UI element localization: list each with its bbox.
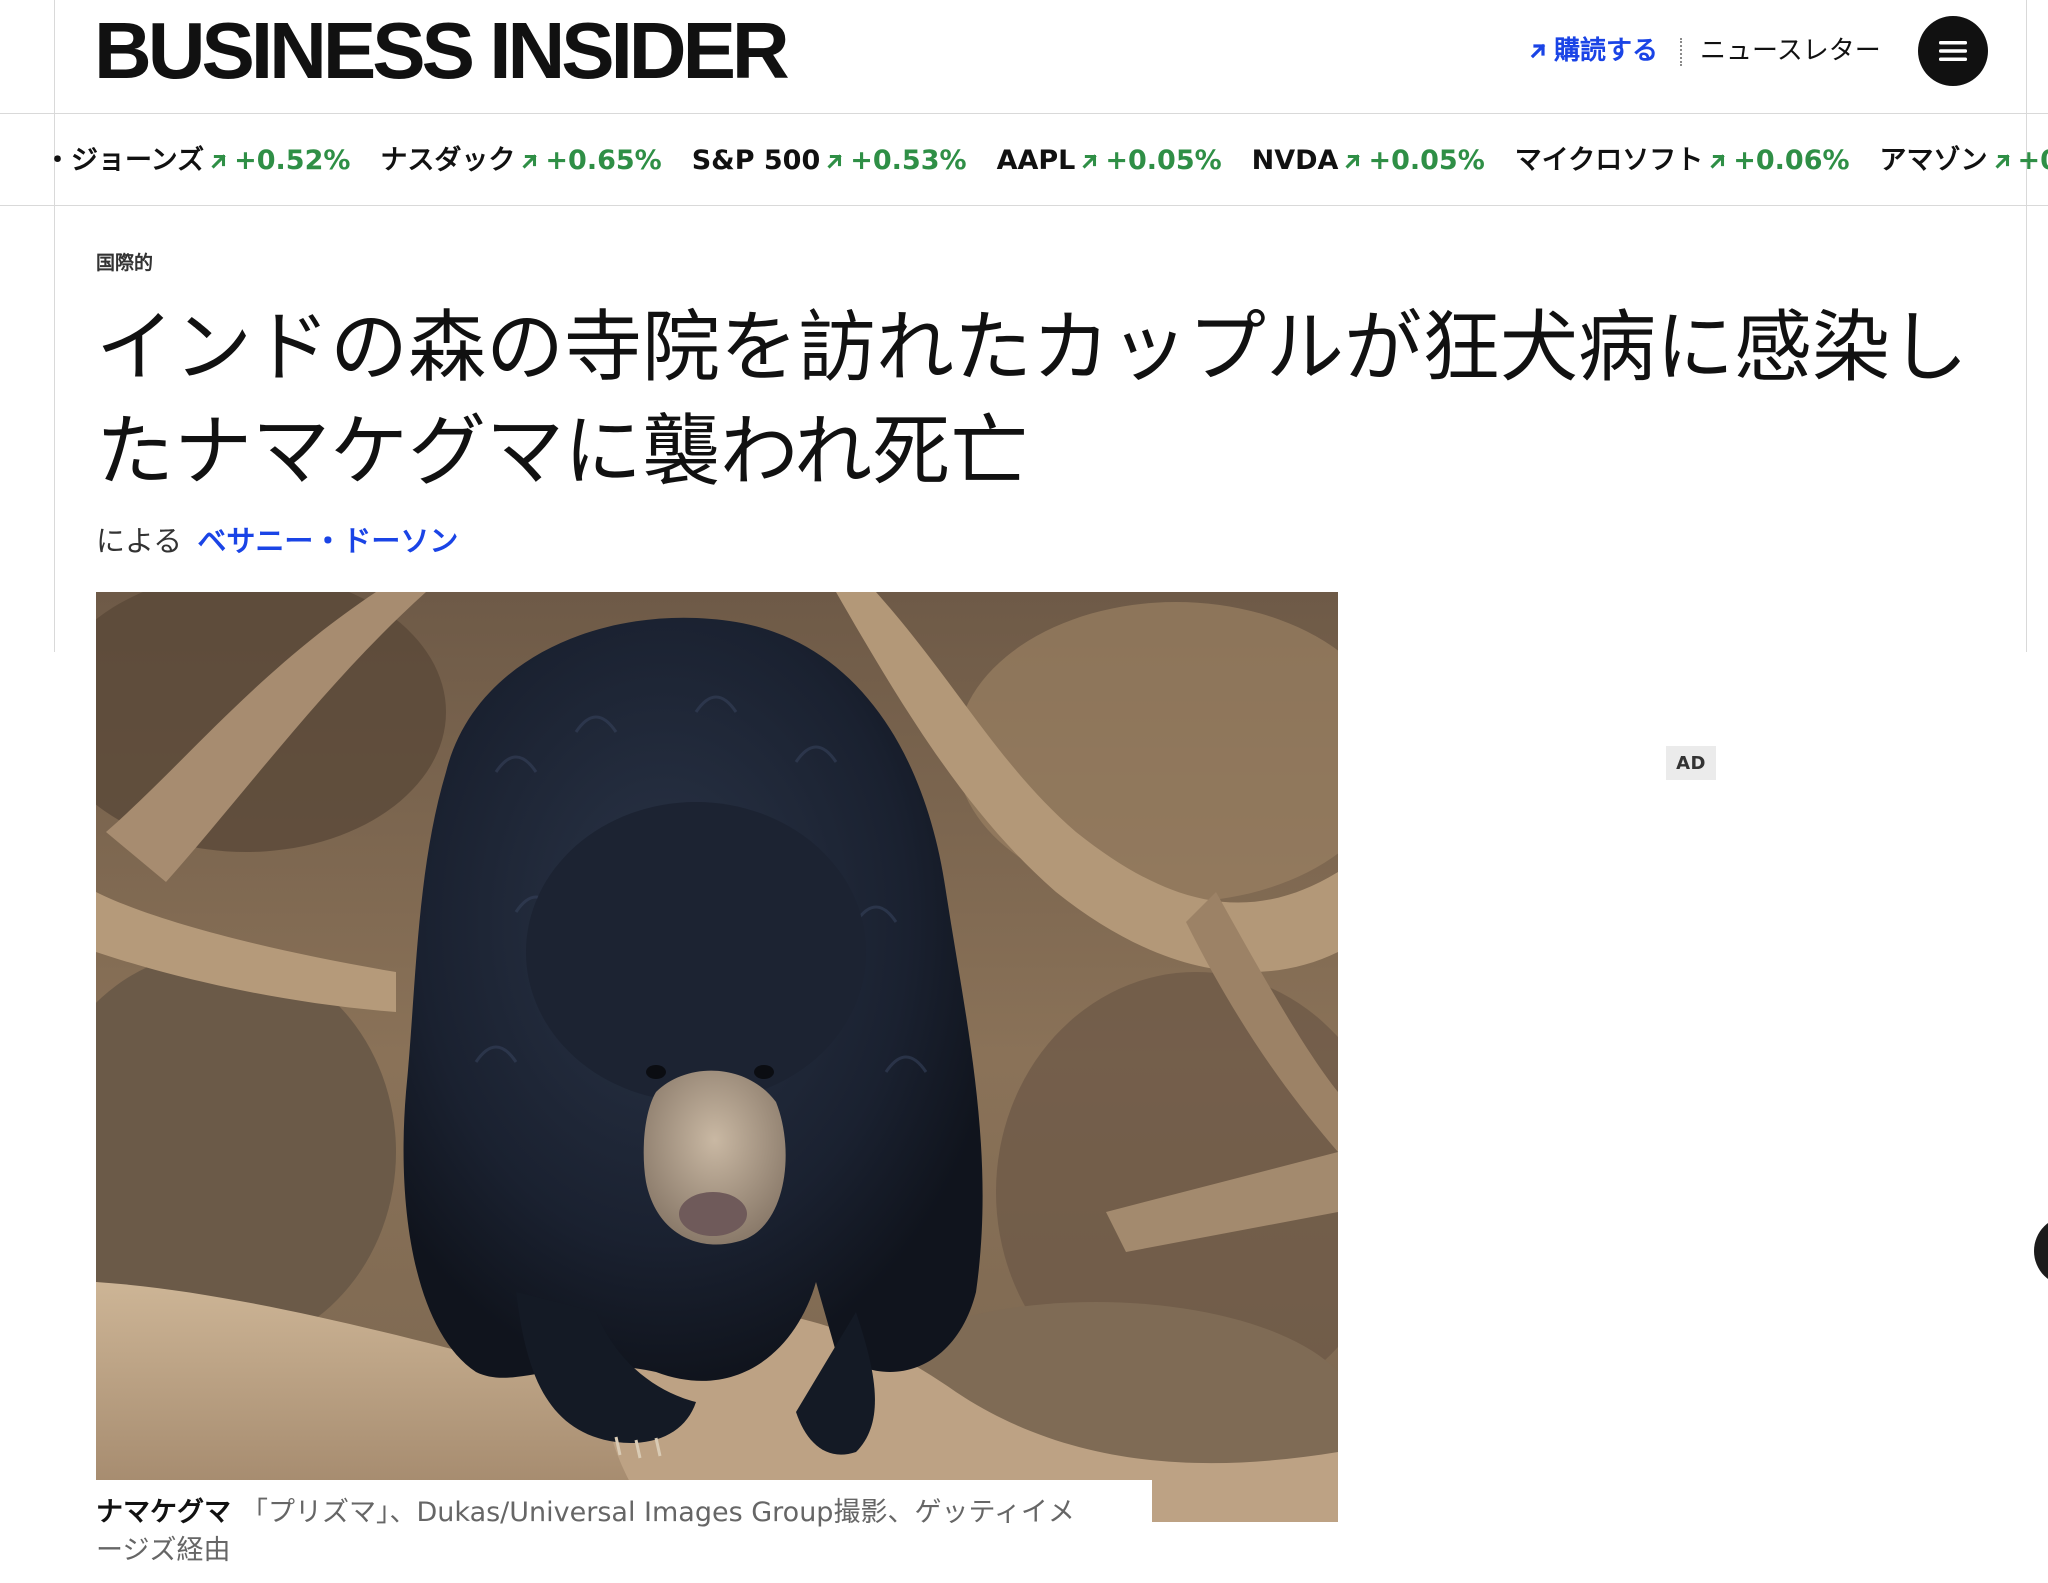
article-category[interactable]: 国際的 [96, 250, 153, 276]
hero-image [96, 592, 1338, 1522]
arrow-up-right-icon [211, 154, 226, 169]
arrow-up-right-icon [1345, 154, 1361, 169]
floating-action-button[interactable] [2034, 1216, 2048, 1286]
ticker-name: ・ジョーンズ [44, 145, 205, 176]
ticker-name: ナスダック [380, 145, 516, 176]
arrow-up-right-icon [522, 154, 538, 169]
ticker-change: +0.52% [234, 145, 351, 176]
subscribe-label: 購読する [1554, 36, 1659, 66]
arrow-up-right-icon [1530, 43, 1546, 59]
author-link[interactable]: ベサニー・ドーソン [197, 524, 458, 558]
ticker-name: AAPL [996, 145, 1076, 176]
byline-prefix: による [96, 524, 183, 558]
market-ticker: ・ジョーンズ +0.52% ナスダック +0.65% S&P 500 +0.53% AAPL… [0, 114, 2048, 206]
ticker-item[interactable]: アマゾン +0.17% [1880, 144, 2048, 178]
header-dotted-divider [1680, 38, 1682, 66]
arrow-up-right-icon [1994, 154, 2010, 169]
ticker-change: +0.06% [1733, 145, 1850, 176]
ticker-item[interactable]: マイクロソフト +0.06% [1515, 144, 1850, 178]
site-header: BUSINESS INSIDER 購読する ニュースレター [0, 0, 2048, 114]
ticker-change: +0.53% [850, 145, 967, 176]
newsletter-link[interactable]: ニュースレター [1700, 34, 1881, 68]
caption-credit: 「プリズマ」、Dukas/Universal Images Group撮影、ゲッ… [96, 1497, 1075, 1566]
sloth-bear-photo [96, 592, 1338, 1522]
hamburger-menu-icon [1939, 41, 1967, 61]
arrow-up-right-icon [1710, 154, 1725, 169]
ticker-item[interactable]: AAPL +0.05% [997, 144, 1222, 178]
ticker-item[interactable]: ・ジョーンズ +0.52% [44, 144, 350, 178]
caption-subject: ナマケグマ [96, 1497, 231, 1528]
ticker-name: NVDA [1251, 145, 1339, 176]
ticker-item[interactable]: S&P 500 +0.53% [692, 144, 967, 178]
menu-button[interactable] [1918, 16, 1988, 86]
ticker-item[interactable]: ナスダック +0.65% [380, 144, 661, 178]
ticker-change: +0.05% [1105, 145, 1222, 176]
ticker-name: アマゾン [1879, 145, 1988, 176]
ticker-name: マイクロソフト [1514, 145, 1704, 176]
ticker-change: +0.65% [545, 145, 662, 176]
ticker-change: +0.17% [2017, 145, 2048, 176]
ticker-change: +0.05% [1368, 145, 1485, 176]
subscribe-link[interactable]: 購読する [1528, 34, 1658, 68]
ticker-name: S&P 500 [691, 145, 821, 176]
ticker-track: ・ジョーンズ +0.52% ナスダック +0.65% S&P 500 +0.53% AAPL… [44, 144, 2048, 178]
arrow-up-right-icon [827, 154, 842, 169]
ticker-item[interactable]: NVDA +0.05% [1252, 144, 1485, 178]
article-byline: による ベサニー・ドーソン [96, 522, 458, 560]
image-caption: ナマケグマ 「プリズマ」、Dukas/Universal Images Group… [96, 1494, 1096, 1570]
ad-badge: AD [1666, 746, 1716, 780]
site-logo[interactable]: BUSINESS INSIDER [94, 6, 790, 96]
arrow-up-right-icon [1082, 154, 1098, 169]
article-headline: インドの森の寺院を訪れたカップルが狂犬病に感染したナマケグマに襲われ死亡 [96, 303, 1969, 497]
